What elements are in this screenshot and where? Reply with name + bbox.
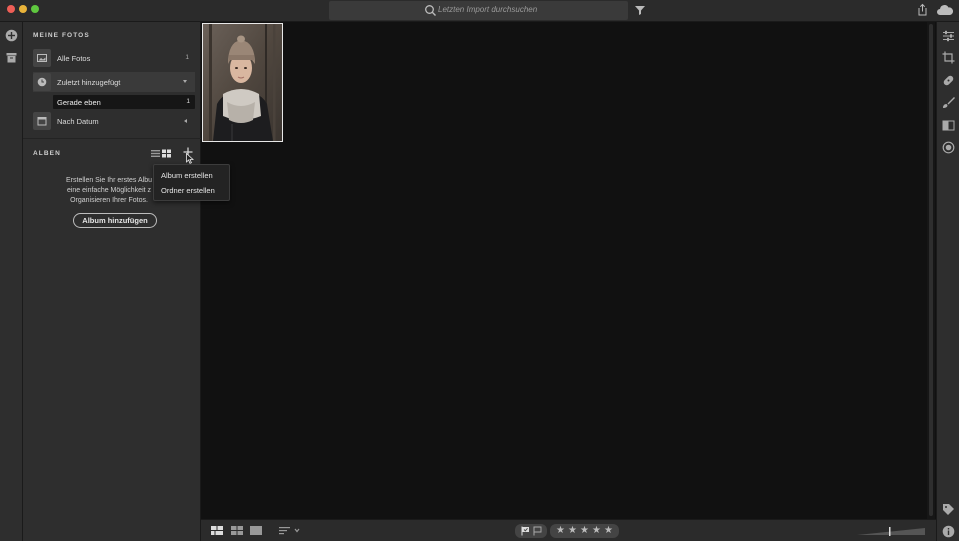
window-minimize-button[interactable] — [19, 5, 27, 13]
star-rating: ★ ★ ★ ★ ★ — [550, 524, 619, 538]
right-rail — [936, 22, 959, 541]
menu-item-create-album[interactable]: Album erstellen — [161, 171, 213, 180]
star-icon[interactable]: ★ — [556, 525, 565, 536]
calendar-icon — [33, 112, 51, 130]
star-icon[interactable]: ★ — [568, 525, 577, 536]
reject-flag-icon[interactable] — [533, 526, 542, 536]
add-photos-icon[interactable] — [5, 29, 18, 42]
search-icon — [425, 5, 436, 16]
healing-brush-icon[interactable] — [942, 74, 955, 87]
star-icon[interactable]: ★ — [580, 525, 589, 536]
sidebar-item-label: Alle Fotos — [57, 54, 91, 63]
window-close-button[interactable] — [7, 5, 15, 13]
square-grid-view-icon[interactable] — [231, 525, 243, 536]
library-panel-icon[interactable] — [5, 51, 18, 64]
sliders-icon[interactable] — [942, 29, 955, 42]
scrollbar[interactable] — [927, 22, 935, 519]
sidebar-item-label: Zuletzt hinzugefügt — [57, 78, 121, 87]
share-icon[interactable] — [916, 3, 929, 17]
flag-group — [515, 524, 547, 538]
scrollbar-thumb[interactable] — [929, 24, 933, 516]
info-icon[interactable] — [942, 525, 955, 538]
star-icon[interactable]: ★ — [592, 525, 601, 536]
search-input[interactable]: Letzten Import durchsuchen — [438, 5, 537, 14]
photo-icon — [33, 49, 51, 67]
sort-icon[interactable] — [279, 525, 301, 536]
bottom-toolbar: ★ ★ ★ ★ ★ — [201, 519, 936, 541]
sidebar-item-all-photos[interactable]: Alle Fotos 1 — [33, 48, 195, 68]
crop-icon[interactable] — [942, 51, 955, 64]
sidebar: MEINE FOTOS Alle Fotos 1 Zuletzt hinzuge… — [23, 22, 201, 541]
radial-gradient-icon[interactable] — [942, 141, 955, 154]
chevron-down-icon[interactable] — [183, 80, 187, 83]
add-menu: Album erstellen Ordner erstellen — [153, 164, 230, 201]
photo-grid — [201, 22, 935, 519]
photo-grid-view-icon[interactable] — [211, 525, 223, 536]
divider — [23, 138, 201, 139]
cloud-icon[interactable] — [936, 4, 954, 16]
sidebar-item-by-date[interactable]: Nach Datum — [33, 111, 195, 131]
sidebar-item-label: Nach Datum — [57, 117, 99, 126]
sidebar-subitem-just-now[interactable]: Gerade eben 1 — [53, 95, 195, 109]
photo-thumbnail[interactable] — [202, 23, 283, 142]
window-maximize-button[interactable] — [31, 5, 39, 13]
search-field[interactable]: Letzten Import durchsuchen — [329, 1, 628, 20]
chevron-left-icon[interactable] — [184, 119, 187, 123]
pick-flag-icon[interactable] — [521, 526, 530, 536]
add-album-button[interactable]: Album hinzufügen — [73, 213, 157, 228]
left-rail — [0, 22, 23, 541]
menu-item-create-folder[interactable]: Ordner erstellen — [161, 186, 215, 195]
albums-heading: ALBEN — [33, 150, 61, 157]
grid-view-icon[interactable] — [162, 149, 171, 158]
star-icon[interactable]: ★ — [604, 525, 613, 536]
linear-gradient-icon[interactable] — [942, 119, 955, 132]
photo-image — [203, 24, 282, 141]
sidebar-item-recently-added[interactable]: Zuletzt hinzugefügt — [33, 72, 195, 92]
tag-icon[interactable] — [942, 503, 955, 516]
photo-count: 1 — [186, 98, 190, 105]
photo-count: 1 — [185, 54, 189, 61]
thumbnail-size-slider[interactable] — [857, 527, 925, 536]
brush-icon[interactable] — [942, 96, 955, 109]
sidebar-subitem-label: Gerade eben — [57, 98, 101, 107]
clock-icon — [33, 73, 51, 91]
my-photos-heading: MEINE FOTOS — [33, 32, 90, 39]
list-view-icon[interactable] — [151, 149, 160, 158]
title-bar: Letzten Import durchsuchen — [0, 0, 959, 22]
detail-view-icon[interactable] — [250, 525, 262, 536]
mouse-cursor-icon — [186, 153, 194, 164]
filter-icon[interactable] — [634, 4, 646, 16]
